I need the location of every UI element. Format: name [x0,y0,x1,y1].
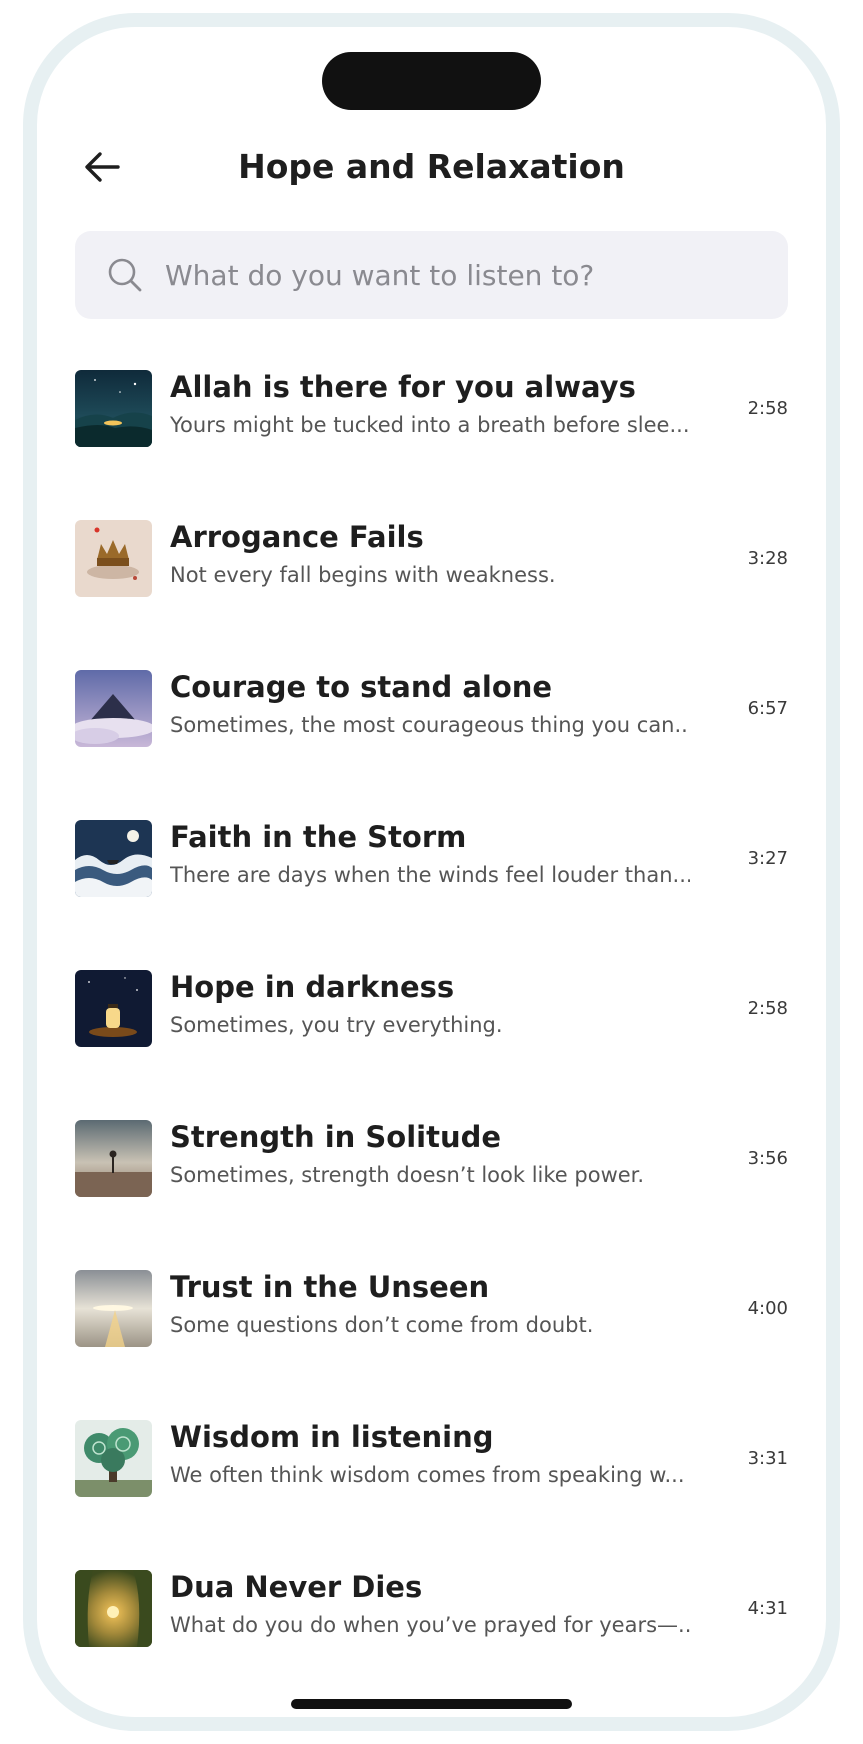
page-title: Hope and Relaxation [238,147,625,186]
track-duration: 4:31 [747,1598,788,1619]
track-row[interactable]: Faith in the Storm There are days when t… [75,806,788,916]
track-duration: 3:31 [747,1448,788,1469]
track-subtitle: Yours might be tucked into a breath befo… [170,413,690,437]
track-title: Hope in darkness [170,970,455,1004]
track-title: Arrogance Fails [170,520,424,554]
track-thumbnail [75,370,152,447]
track-title: Wisdom in listening [170,1420,494,1454]
track-duration: 2:58 [747,398,788,419]
track-duration: 3:28 [747,548,788,569]
track-duration: 3:56 [747,1148,788,1169]
track-row[interactable]: Strength in Solitude Sometimes, strength… [75,1106,788,1216]
arrow-left-icon [85,152,120,182]
track-title: Dua Never Dies [170,1570,423,1604]
search-bar[interactable] [75,231,788,319]
track-subtitle: What do you do when you’ve prayed for ye… [170,1613,690,1637]
track-row[interactable]: Trust in the Unseen Some questions don’t… [75,1256,788,1366]
home-indicator[interactable] [291,1699,572,1709]
track-subtitle: Sometimes, the most courageous thing you… [170,713,690,737]
track-row[interactable]: Wisdom in listening We often think wisdo… [75,1406,788,1516]
track-thumbnail [75,670,152,747]
track-thumbnail [75,1570,152,1647]
track-subtitle: Not every fall begins with weakness. [170,563,556,587]
track-title: Strength in Solitude [170,1120,502,1154]
track-row[interactable]: Allah is there for you always Yours migh… [75,356,788,466]
track-thumbnail [75,820,152,897]
track-thumbnail [75,1420,152,1497]
back-button[interactable] [80,145,124,189]
track-row[interactable]: Arrogance Fails Not every fall begins wi… [75,506,788,616]
dynamic-island [322,52,541,110]
track-title: Allah is there for you always [170,370,636,404]
track-subtitle: There are days when the winds feel loude… [170,863,690,887]
search-input[interactable] [165,250,755,300]
track-row[interactable]: Hope in darkness Sometimes, you try ever… [75,956,788,1066]
track-subtitle: Sometimes, you try everything. [170,1013,503,1037]
track-row[interactable]: Dua Never Dies What do you do when you’v… [75,1556,788,1666]
track-subtitle: Some questions don’t come from doubt. [170,1313,594,1337]
track-duration: 3:27 [747,848,788,869]
track-subtitle: Sometimes, strength doesn’t look like po… [170,1163,645,1187]
track-title: Courage to stand alone [170,670,553,704]
track-row[interactable]: Courage to stand alone Sometimes, the mo… [75,656,788,766]
track-thumbnail [75,970,152,1047]
track-duration: 6:57 [747,698,788,719]
track-thumbnail [75,1270,152,1347]
track-thumbnail [75,1120,152,1197]
track-title: Trust in the Unseen [170,1270,490,1304]
search-icon [105,255,145,295]
track-thumbnail [75,520,152,597]
track-subtitle: We often think wisdom comes from speakin… [170,1463,685,1487]
track-duration: 2:58 [747,998,788,1019]
track-duration: 4:00 [747,1298,788,1319]
track-title: Faith in the Storm [170,820,467,854]
